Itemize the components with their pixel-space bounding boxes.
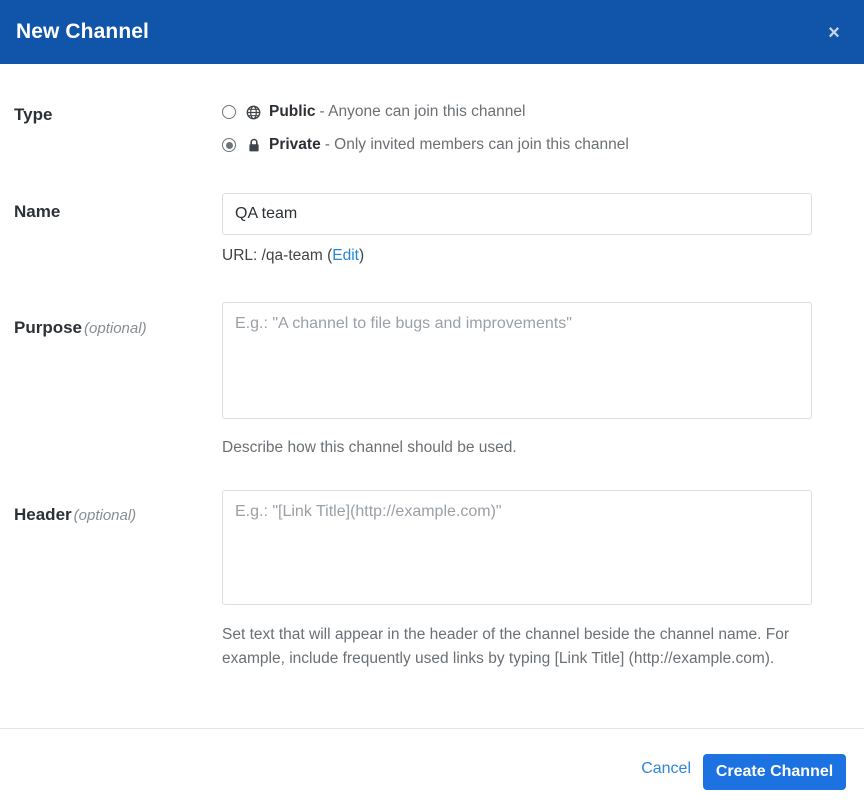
header-label: Header (optional) bbox=[14, 504, 136, 527]
channel-url-row: URL: /qa-team (Edit) bbox=[222, 247, 812, 265]
url-edit-link[interactable]: Edit bbox=[332, 247, 359, 264]
header-help-text: Set text that will appear in the header … bbox=[222, 626, 789, 667]
radio-label-private: Private bbox=[269, 136, 321, 153]
radio-option-public[interactable]: Public - Anyone can join this channel bbox=[222, 100, 812, 124]
purpose-label-text: Purpose bbox=[14, 318, 83, 337]
header-label-text: Header bbox=[14, 505, 72, 524]
new-channel-dialog: New Channel × Type Public - Anyone can j… bbox=[0, 0, 864, 811]
purpose-optional-text: (optional) bbox=[84, 320, 147, 337]
header-field-group: Set text that will appear in the header … bbox=[222, 490, 812, 671]
radio-option-private[interactable]: Private - Only invited members can join … bbox=[222, 133, 812, 157]
type-label: Type bbox=[14, 104, 52, 126]
purpose-field-group: Describe how this channel should be used… bbox=[222, 302, 812, 460]
purpose-help-text: Describe how this channel should be used… bbox=[222, 439, 517, 456]
close-icon[interactable]: × bbox=[818, 17, 850, 49]
lock-icon bbox=[245, 137, 262, 154]
radio-label-public: Public bbox=[269, 103, 316, 120]
header-textarea[interactable] bbox=[222, 490, 812, 605]
header-optional-text: (optional) bbox=[73, 507, 137, 524]
channel-url-prefix: URL: /qa-team ( bbox=[222, 247, 333, 264]
purpose-label: Purpose (optional) bbox=[14, 317, 147, 340]
cancel-button[interactable]: Cancel bbox=[641, 760, 691, 778]
name-label-text: Name bbox=[14, 202, 61, 221]
radio-mark-private[interactable] bbox=[222, 138, 236, 152]
dialog-body: Type Public - Anyone can join this chann… bbox=[0, 64, 864, 728]
channel-url-suffix: ) bbox=[358, 247, 365, 264]
radio-desc-private: - Only invited members can join this cha… bbox=[324, 136, 629, 153]
dialog-title: New Channel bbox=[16, 20, 149, 43]
create-channel-button[interactable]: Create Channel bbox=[703, 754, 846, 790]
purpose-textarea[interactable] bbox=[222, 302, 812, 419]
radio-mark-public[interactable] bbox=[222, 105, 236, 119]
type-label-text: Type bbox=[14, 105, 53, 124]
type-options: Public - Anyone can join this channel Pr… bbox=[222, 100, 812, 157]
name-label: Name bbox=[14, 201, 60, 223]
name-field-group: URL: /qa-team (Edit) bbox=[222, 193, 812, 265]
radio-desc-public: - Anyone can join this channel bbox=[319, 103, 526, 120]
globe-icon bbox=[245, 104, 262, 121]
channel-name-input[interactable] bbox=[222, 193, 812, 235]
dialog-header: New Channel × bbox=[0, 0, 864, 64]
